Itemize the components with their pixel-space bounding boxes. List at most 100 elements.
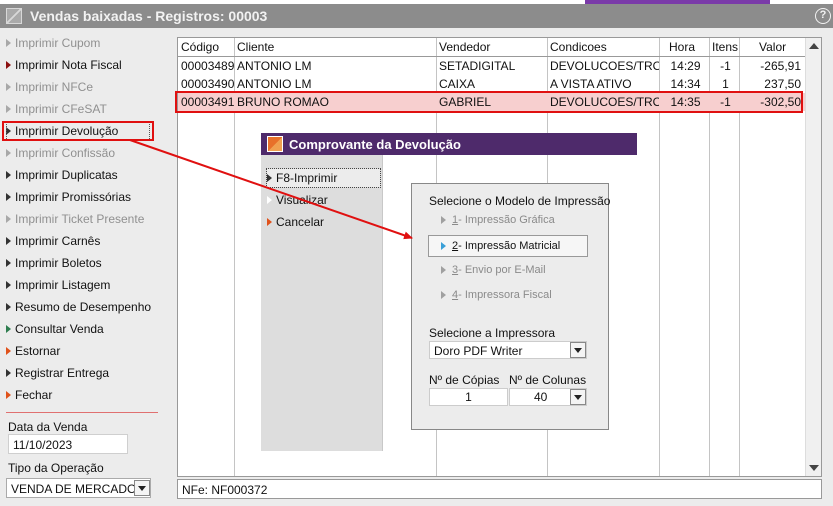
- arrow-icon: [6, 61, 11, 69]
- arrow-icon: [6, 127, 11, 135]
- cell-cliente: ANTONIO LM: [237, 77, 312, 91]
- cell-valor: -302,50: [760, 95, 801, 109]
- column-header-condicoes[interactable]: Condicoes: [547, 39, 659, 56]
- sidebar-item-imprimir-nota-fiscal[interactable]: Imprimir Nota Fiscal: [6, 55, 156, 75]
- printer-select[interactable]: Doro PDF Writer: [429, 341, 587, 359]
- arrow-icon: [6, 391, 11, 399]
- cell-cliente: ANTONIO LM: [237, 59, 312, 73]
- copies-label: Nº de Cópias: [429, 373, 500, 387]
- arrow-icon: [6, 83, 11, 91]
- sidebar-item-registrar-entrega[interactable]: Registrar Entrega: [6, 363, 156, 383]
- sidebar-item-imprimir-duplicatas[interactable]: Imprimir Duplicatas: [6, 165, 156, 185]
- sidebar-item-imprimir-confissao[interactable]: Imprimir Confissão: [6, 143, 156, 163]
- sidebar-item-imprimir-nfce[interactable]: Imprimir NFCe: [6, 77, 156, 97]
- dialog-title: Comprovante da Devolução: [289, 136, 461, 152]
- app-icon: [6, 8, 22, 24]
- date-field[interactable]: 11/10/2023: [8, 434, 128, 454]
- model-label: Selecione o Modelo de Impressão: [429, 194, 611, 208]
- arrow-icon: [441, 266, 446, 274]
- chevron-down-icon[interactable]: [134, 480, 150, 496]
- cell-vendedor: GABRIEL: [439, 95, 492, 109]
- arrow-icon: [6, 325, 11, 333]
- arrow-icon: [6, 39, 11, 47]
- cell-vendedor: CAIXA: [439, 77, 476, 91]
- cell-itens: -1: [720, 95, 731, 109]
- column-header-cliente[interactable]: Cliente: [234, 39, 436, 56]
- arrow-icon: [6, 149, 11, 157]
- preview-button[interactable]: Visualizar: [267, 191, 328, 209]
- help-icon[interactable]: ?: [815, 8, 831, 24]
- option-impressao-grafica[interactable]: 1 - Impressão Gráfica: [441, 211, 555, 229]
- sidebar-item-imprimir-devolucao[interactable]: Imprimir Devolução: [6, 121, 150, 141]
- column-header-valor[interactable]: Valor: [739, 39, 805, 56]
- arrow-icon: [6, 281, 11, 289]
- column-header-hora[interactable]: Hora: [659, 39, 709, 56]
- arrow-icon: [6, 369, 11, 377]
- arrow-icon: [6, 303, 11, 311]
- arrow-icon: [6, 237, 11, 245]
- sidebar-item-imprimir-ticket-presente[interactable]: Imprimir Ticket Presente: [6, 209, 156, 229]
- sidebar-item-imprimir-cupom[interactable]: Imprimir Cupom: [6, 33, 156, 53]
- sidebar-item-imprimir-cfesat[interactable]: Imprimir CFeSAT: [6, 99, 156, 119]
- print-button[interactable]: F8-Imprimir: [266, 168, 381, 188]
- arrow-icon: [6, 171, 11, 179]
- column-header-vendedor[interactable]: Vendedor: [436, 39, 547, 56]
- table-row[interactable]: 00003489 ANTONIO LM SETADIGITAL DEVOLUCO…: [178, 57, 805, 75]
- arrow-icon: [6, 193, 11, 201]
- window-title: Vendas baixadas - Registros: 00003: [30, 8, 268, 24]
- table-row[interactable]: 00003490 ANTONIO LM CAIXA A VISTA ATIVO …: [178, 75, 805, 93]
- cell-hora: 14:34: [670, 77, 701, 91]
- option-impressao-matricial[interactable]: 2 - Impressão Matricial: [428, 235, 588, 257]
- sidebar-item-fechar[interactable]: Fechar: [6, 385, 156, 405]
- arrow-icon: [267, 196, 272, 204]
- cell-codigo: 00003490: [181, 77, 234, 91]
- arrow-icon: [267, 218, 272, 226]
- copies-field[interactable]: 1: [429, 388, 508, 406]
- date-label: Data da Venda: [8, 420, 88, 434]
- cell-itens: 1: [722, 77, 729, 91]
- sidebar: Imprimir Cupom Imprimir Nota Fiscal Impr…: [0, 28, 160, 506]
- arrow-icon: [267, 174, 272, 182]
- cell-condicoes: DEVOLUCOES/TROC: [550, 59, 659, 73]
- cancel-button[interactable]: Cancelar: [267, 213, 324, 231]
- vertical-scrollbar[interactable]: [805, 38, 821, 476]
- column-header-itens[interactable]: Itens: [709, 39, 739, 56]
- sidebar-item-imprimir-listagem[interactable]: Imprimir Listagem: [6, 275, 156, 295]
- arrow-icon: [441, 291, 446, 299]
- option-impressora-fiscal[interactable]: 4 - Impressora Fiscal: [441, 286, 552, 304]
- receipt-icon: [267, 136, 283, 152]
- sidebar-item-estornar[interactable]: Estornar: [6, 341, 156, 361]
- cell-valor: -265,91: [760, 59, 801, 73]
- cell-hora: 14:29: [670, 59, 701, 73]
- column-header-codigo[interactable]: Código: [178, 39, 234, 56]
- scroll-down-icon[interactable]: [809, 465, 819, 471]
- operation-select[interactable]: VENDA DE MERCADOR: [6, 478, 151, 498]
- arrow-icon: [6, 105, 11, 113]
- scroll-up-icon[interactable]: [809, 43, 819, 49]
- cell-codigo: 00003491: [181, 95, 234, 109]
- cell-hora: 14:35: [670, 95, 701, 109]
- chevron-down-icon[interactable]: [570, 389, 586, 405]
- cell-codigo: 00003489: [181, 59, 234, 73]
- table-row-selected[interactable]: 00003491 BRUNO ROMAO GABRIEL DEVOLUCOES/…: [178, 93, 805, 111]
- cell-condicoes: DEVOLUCOES/TROC: [550, 95, 659, 109]
- arrow-icon: [441, 216, 446, 224]
- arrow-icon: [441, 242, 446, 250]
- sidebar-item-imprimir-boletos[interactable]: Imprimir Boletos: [6, 253, 156, 273]
- printer-label: Selecione a Impressora: [429, 326, 556, 340]
- sidebar-item-resumo-de-desempenho[interactable]: Resumo de Desempenho: [6, 297, 156, 317]
- operation-label: Tipo da Operação: [8, 461, 104, 475]
- arrow-icon: [6, 347, 11, 355]
- option-envio-email[interactable]: 3 - Envio por E-Mail: [441, 261, 546, 279]
- sidebar-divider: [6, 412, 158, 413]
- sidebar-item-consultar-venda[interactable]: Consultar Venda: [6, 319, 156, 339]
- cell-itens: -1: [720, 59, 731, 73]
- dialog-titlebar: Comprovante da Devolução: [261, 133, 637, 155]
- arrow-icon: [6, 215, 11, 223]
- sidebar-item-imprimir-carnes[interactable]: Imprimir Carnês: [6, 231, 156, 251]
- sidebar-item-imprimir-promissorias[interactable]: Imprimir Promissórias: [6, 187, 156, 207]
- cell-cliente: BRUNO ROMAO: [237, 95, 330, 109]
- window-titlebar: Vendas baixadas - Registros: 00003 ?: [0, 4, 833, 28]
- cell-valor: 237,50: [764, 77, 801, 91]
- chevron-down-icon[interactable]: [570, 342, 586, 358]
